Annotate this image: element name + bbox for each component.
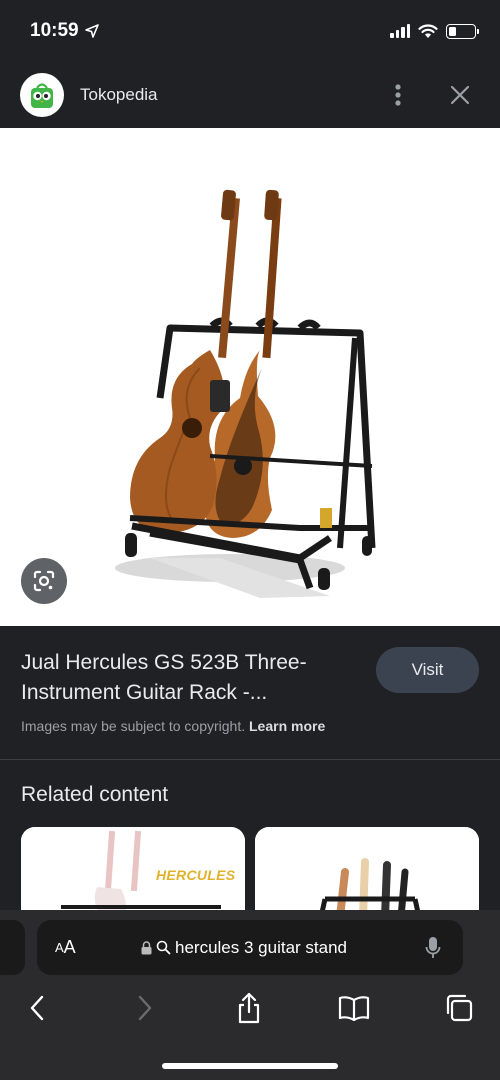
previous-tab-peek[interactable] [0,920,25,975]
more-options-button[interactable] [378,75,418,115]
url-text: hercules 3 guitar stand [175,937,347,957]
search-icon [156,940,171,955]
address-bar[interactable]: A A hercules 3 guitar stand [37,920,463,975]
result-image[interactable] [0,128,500,626]
learn-more-link[interactable]: Learn more [249,718,325,734]
google-lens-icon [33,570,55,592]
related-content-heading: Related content [21,783,169,806]
result-title[interactable]: Jual Hercules GS 523B Three-Instrument G… [21,648,361,708]
status-icons [390,23,479,39]
forward-icon [138,995,152,1021]
google-lens-button[interactable] [21,558,67,604]
battery-fill [449,26,457,36]
tabs-button[interactable] [436,985,482,1031]
location-arrow-icon [84,24,99,38]
visit-button[interactable]: Visit [376,647,479,693]
forward-button[interactable] [122,985,168,1031]
bookmarks-button[interactable] [331,985,377,1031]
reader-settings-button[interactable]: A A [55,920,76,975]
site-name[interactable]: Tokopedia [80,85,378,105]
tabs-icon [446,994,473,1022]
share-icon [238,992,260,1024]
screen: 10:59 Tokopedia Jual Hercules GS 523B Th… [0,0,500,1080]
status-time-group: 10:59 [30,20,99,42]
share-button[interactable] [226,985,272,1031]
copyright-notice: Images may be subject to copyright. Lear… [21,718,325,734]
browser-nav-row [0,985,500,1031]
result-info: Jual Hercules GS 523B Three-Instrument G… [0,626,500,760]
mic-icon [425,937,441,958]
lock-icon [141,940,152,954]
voice-search-button[interactable] [421,935,445,961]
wifi-icon [418,23,438,38]
hercules-brand-text: HERCULES [156,867,236,883]
back-button[interactable] [14,985,60,1031]
bookmarks-icon [338,996,370,1021]
copyright-text: Images may be subject to copyright. [21,718,246,734]
status-bar: 10:59 [0,0,500,62]
tokopedia-owl-icon [31,83,53,108]
url-display[interactable]: hercules 3 guitar stand [141,920,347,975]
aa-big-letter: A [63,937,76,957]
tokopedia-logo[interactable] [20,73,64,117]
section-divider [0,759,500,760]
status-time: 10:59 [30,20,79,41]
signal-icon [390,24,410,38]
battery-icon [446,23,479,39]
more-vert-icon [395,84,401,106]
close-icon [450,85,470,105]
back-icon [30,995,44,1021]
guitar-stand-photo [0,128,500,626]
close-button[interactable] [440,75,480,115]
home-indicator [162,1063,338,1069]
aa-small-letter: A [55,940,64,955]
site-header: Tokopedia [0,62,500,128]
